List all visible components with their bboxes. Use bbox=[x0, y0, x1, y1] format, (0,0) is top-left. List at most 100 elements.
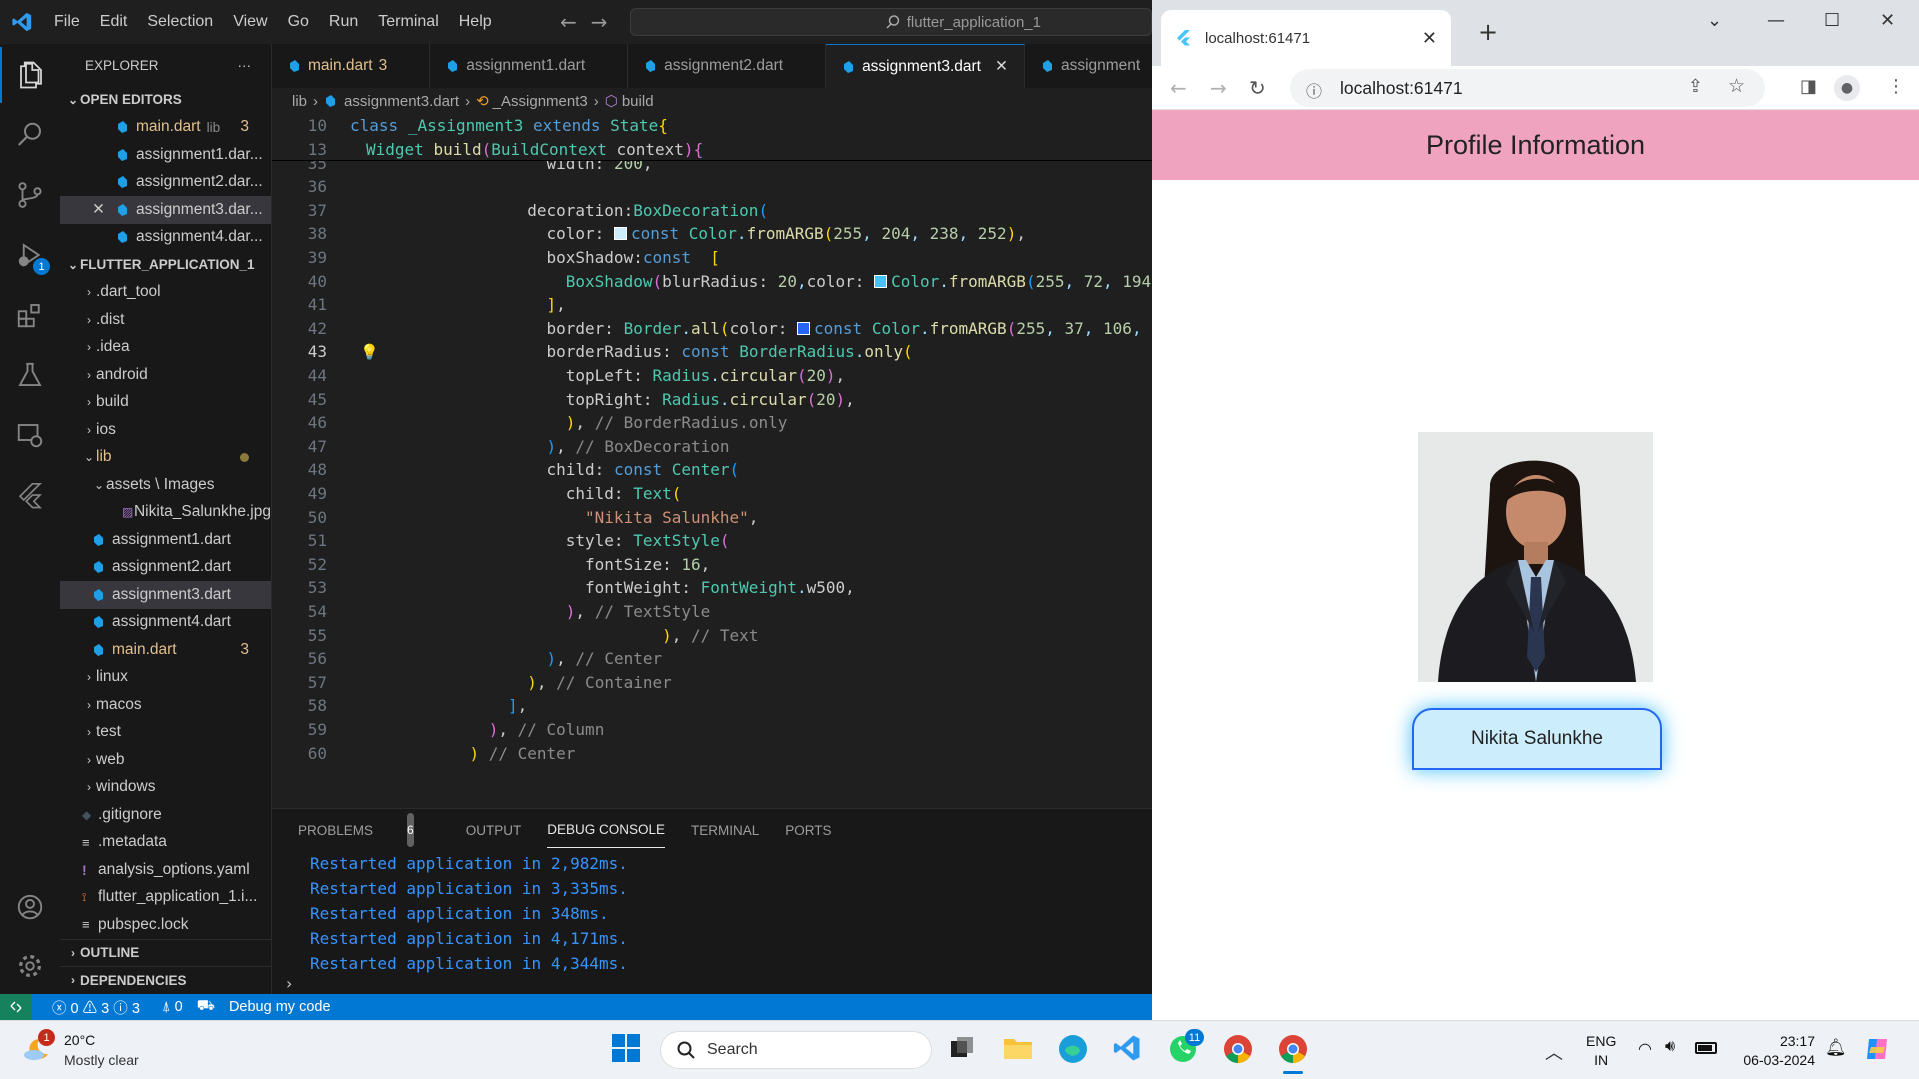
browser-tab[interactable]: localhost:61471 ✕ bbox=[1161, 10, 1451, 66]
file-item[interactable]: ◆ .gitignore bbox=[60, 801, 271, 829]
command-center-search[interactable]: flutter_application_1 bbox=[630, 8, 1152, 36]
tab-assignment4[interactable]: assignment bbox=[1025, 44, 1158, 88]
open-editor-item[interactable]: assignment4.dar... bbox=[60, 224, 271, 252]
tab-search-chevron-icon[interactable]: ⌄ bbox=[1707, 10, 1722, 31]
file-explorer-icon[interactable] bbox=[1002, 1033, 1036, 1067]
open-editor-item[interactable]: main.dart lib 3 bbox=[60, 114, 271, 142]
tab-assignment2[interactable]: assignment2.dart bbox=[628, 44, 827, 88]
profile-avatar-icon[interactable]: ● bbox=[1834, 75, 1860, 101]
menu-view[interactable]: View bbox=[223, 13, 277, 31]
weather-temp[interactable]: 20°C bbox=[64, 1032, 95, 1048]
notification-bell-icon[interactable]: 🔔︎ bbox=[1825, 1038, 1847, 1058]
open-editor-item[interactable]: assignment2.dar... bbox=[60, 169, 271, 197]
copilot-icon[interactable] bbox=[1863, 1035, 1891, 1063]
whatsapp-icon[interactable]: 11 bbox=[1167, 1029, 1204, 1067]
file-item[interactable]: ! analysis_options.yaml bbox=[60, 856, 271, 884]
extensions-icon[interactable] bbox=[0, 287, 60, 343]
code-editor[interactable]: 10 class _Assignment3 extends State{ 13 Wi… bbox=[272, 114, 1152, 808]
dependencies-section[interactable]: › DEPENDENCIES bbox=[60, 966, 271, 994]
open-editor-item[interactable]: assignment1.dar... bbox=[60, 141, 271, 169]
flutter-icon[interactable] bbox=[0, 467, 60, 523]
outline-section[interactable]: › OUTLINE bbox=[60, 938, 271, 967]
remote-explorer-icon[interactable] bbox=[0, 407, 60, 463]
folder-item[interactable]: › android bbox=[60, 361, 271, 389]
menu-selection[interactable]: Selection bbox=[137, 13, 223, 31]
folder-item[interactable]: › .idea bbox=[60, 334, 271, 362]
folder-item[interactable]: › linux bbox=[60, 664, 271, 692]
tab-problems[interactable]: PROBLEMS 6 bbox=[298, 803, 440, 858]
weather-desc[interactable]: Mostly clear bbox=[64, 1052, 139, 1068]
minimize-icon[interactable]: — bbox=[1767, 10, 1785, 31]
manage-gear-icon[interactable] bbox=[0, 938, 60, 994]
folder-item[interactable]: › test bbox=[60, 719, 271, 747]
edge-browser-icon[interactable] bbox=[1057, 1033, 1091, 1067]
folder-item[interactable]: › .dist bbox=[60, 306, 271, 334]
bookmark-star-icon[interactable]: ☆ bbox=[1728, 75, 1745, 98]
ports-status[interactable]: ⍋ 0 bbox=[162, 999, 183, 1015]
file-item[interactable]: ≡ .metadata bbox=[60, 829, 271, 857]
tab-output[interactable]: OUTPUT bbox=[466, 813, 522, 848]
breadcrumb-item[interactable]: build bbox=[622, 93, 654, 110]
console-input-chevron-icon[interactable]: › bbox=[286, 974, 292, 993]
search-activity-icon[interactable] bbox=[0, 107, 60, 163]
menu-help[interactable]: Help bbox=[449, 13, 502, 31]
breadcrumb-item[interactable]: _Assignment3 bbox=[493, 93, 588, 110]
folder-item[interactable]: ⌄ assets \ Images bbox=[60, 471, 271, 499]
folder-item-lib[interactable]: ⌄ lib bbox=[60, 444, 271, 472]
lightbulb-icon[interactable]: 💡 bbox=[360, 343, 379, 361]
close-window-icon[interactable]: ✕ bbox=[1880, 10, 1895, 31]
open-editor-item-active[interactable]: ✕ assignment3.dar... bbox=[60, 196, 271, 224]
file-item[interactable]: ▨ Nikita_Salunkhe.jpg bbox=[60, 499, 271, 527]
forward-arrow-icon[interactable]: → bbox=[591, 10, 622, 34]
problems-status[interactable]: ⓧ 0 ⚠ 3 ⓘ 3 bbox=[52, 997, 140, 1018]
breadcrumb-item[interactable]: assignment3.dart bbox=[344, 93, 459, 110]
folder-item[interactable]: › web bbox=[60, 746, 271, 774]
file-item[interactable]: main.dart 3 bbox=[60, 636, 271, 664]
explorer-icon[interactable] bbox=[0, 47, 60, 103]
tab-debug-console[interactable]: DEBUG CONSOLE bbox=[547, 812, 665, 848]
folder-item[interactable]: › ios bbox=[60, 416, 271, 444]
file-item-active[interactable]: assignment3.dart bbox=[60, 581, 271, 609]
task-view-icon[interactable] bbox=[947, 1033, 981, 1067]
folder-item[interactable]: › .dart_tool bbox=[60, 279, 271, 307]
chrome-menu-icon[interactable]: ⋮ bbox=[1887, 76, 1905, 97]
close-tab-icon[interactable]: ✕ bbox=[995, 57, 1008, 76]
open-editors-section[interactable]: ⌄ OPEN EDITORS bbox=[60, 86, 271, 114]
file-item[interactable]: ⟟ flutter_application_1.i... bbox=[60, 884, 271, 912]
show-hidden-icons-chevron-icon[interactable]: ︿ bbox=[1545, 1039, 1563, 1065]
windows-start-icon[interactable] bbox=[611, 1033, 645, 1067]
testing-flask-icon[interactable] bbox=[0, 347, 60, 403]
menu-edit[interactable]: Edit bbox=[90, 13, 138, 31]
run-debug-icon[interactable]: 1 bbox=[0, 227, 60, 283]
file-item[interactable]: assignment1.dart bbox=[60, 526, 271, 554]
battery-icon[interactable] bbox=[1695, 1042, 1717, 1054]
chrome-icon[interactable] bbox=[1277, 1033, 1311, 1074]
close-tab-icon[interactable]: ✕ bbox=[1422, 28, 1437, 49]
tab-ports[interactable]: PORTS bbox=[785, 813, 831, 848]
address-bar[interactable]: ⓘ localhost:61471 ⇪ ☆ bbox=[1290, 69, 1765, 107]
folder-item[interactable]: › build bbox=[60, 389, 271, 417]
file-item[interactable]: assignment4.dart bbox=[60, 609, 271, 637]
maximize-icon[interactable]: ☐ bbox=[1824, 10, 1840, 31]
project-section[interactable]: ⌄ FLUTTER_APPLICATION_1 bbox=[60, 251, 271, 279]
weather-widget-icon[interactable]: 1 bbox=[20, 1029, 55, 1065]
debug-my-code-label[interactable]: Debug my code bbox=[229, 999, 331, 1015]
tab-assignment3-active[interactable]: assignment3.dart ✕ bbox=[826, 44, 1025, 88]
tab-assignment1[interactable]: assignment1.dart bbox=[430, 44, 629, 88]
vscode-taskbar-icon[interactable] bbox=[1112, 1033, 1146, 1067]
menu-run[interactable]: Run bbox=[319, 13, 368, 31]
new-tab-icon[interactable]: + bbox=[1478, 18, 1498, 46]
menu-file[interactable]: File bbox=[44, 13, 90, 31]
file-item[interactable]: ≡ pubspec.lock bbox=[60, 911, 271, 939]
volume-icon[interactable]: 🔊︎ bbox=[1665, 1038, 1675, 1056]
accounts-icon[interactable] bbox=[0, 879, 60, 935]
site-info-icon[interactable]: ⓘ bbox=[1306, 78, 1322, 102]
menu-go[interactable]: Go bbox=[278, 13, 319, 31]
side-panel-icon[interactable]: ◨ bbox=[1800, 76, 1817, 97]
close-icon[interactable]: ✕ bbox=[92, 200, 116, 219]
tab-terminal[interactable]: TERMINAL bbox=[691, 813, 759, 848]
clock[interactable]: 23:17 06-03-2024 bbox=[1735, 1032, 1815, 1070]
folder-item[interactable]: › macos bbox=[60, 691, 271, 719]
more-actions-icon[interactable]: ··· bbox=[238, 58, 252, 73]
share-icon[interactable]: ⇪ bbox=[1688, 76, 1703, 97]
